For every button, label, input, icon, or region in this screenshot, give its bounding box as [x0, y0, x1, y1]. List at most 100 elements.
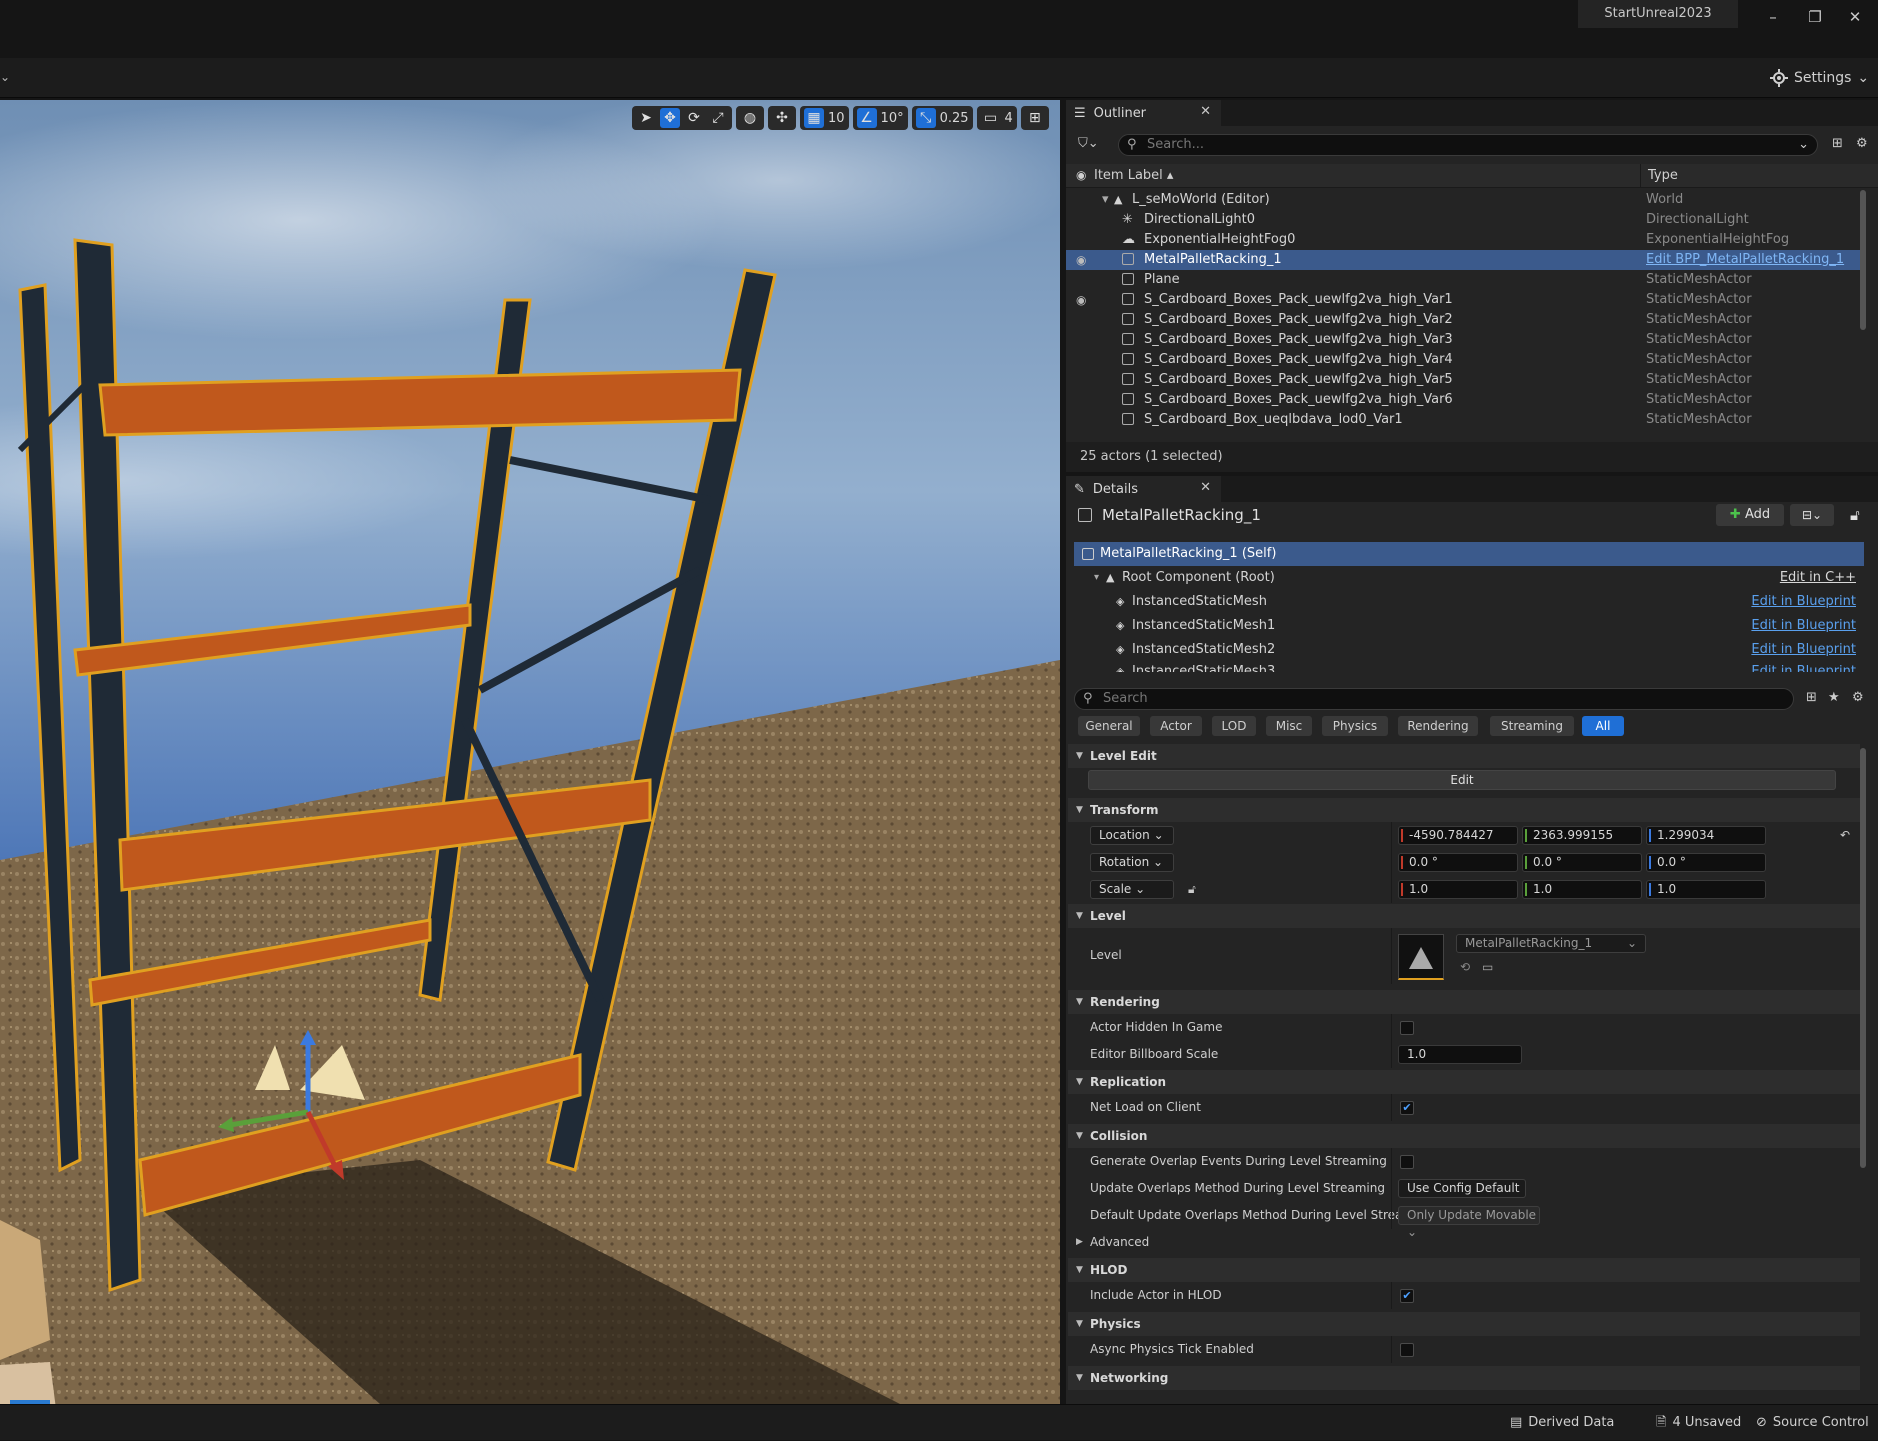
- close-icon[interactable]: ✕: [1200, 104, 1211, 119]
- scale-dropdown[interactable]: Scale ⌄: [1090, 880, 1174, 899]
- close-window-button[interactable]: ✕: [1838, 6, 1872, 28]
- section-collision[interactable]: ▼ Collision: [1068, 1124, 1860, 1148]
- scale-icon[interactable]: ⤢: [708, 108, 728, 128]
- actor-hidden-checkbox[interactable]: [1400, 1021, 1414, 1035]
- filter-misc[interactable]: Misc: [1266, 716, 1312, 736]
- filter-all[interactable]: All: [1582, 716, 1624, 736]
- world-local-toggle[interactable]: ◍: [736, 106, 764, 130]
- col-type[interactable]: Type: [1648, 168, 1678, 183]
- blueprint-options-button[interactable]: ⊟⌄: [1790, 504, 1834, 526]
- browse-icon[interactable]: ⟲: [1460, 954, 1470, 981]
- edit-in-blueprint-link[interactable]: Edit in Blueprint: [1751, 638, 1856, 662]
- outliner-scrollbar[interactable]: [1860, 190, 1866, 330]
- filter-actor[interactable]: Actor: [1150, 716, 1202, 736]
- move-icon[interactable]: ✥: [660, 108, 680, 128]
- rotation-dropdown[interactable]: Rotation ⌄: [1090, 853, 1174, 872]
- source-control-button[interactable]: ⊘ Source Control: [1756, 1405, 1869, 1441]
- list-item[interactable]: S_Cardboard_Boxes_Pack_uewlfg2va_high_Va…: [1066, 390, 1862, 410]
- restore-button[interactable]: ❐: [1798, 6, 1832, 28]
- component-row[interactable]: ◈ InstancedStaticMesh1 Edit in Blueprint: [1074, 614, 1864, 638]
- location-dropdown[interactable]: Location ⌄: [1090, 826, 1174, 845]
- layout-button[interactable]: ⊞: [1020, 106, 1049, 130]
- include-hlod-checkbox[interactable]: ✔: [1400, 1289, 1414, 1303]
- filter-general[interactable]: General: [1078, 716, 1140, 736]
- component-row[interactable]: ◈ InstancedStaticMesh2 Edit in Blueprint: [1074, 638, 1864, 662]
- minimize-button[interactable]: –: [1756, 6, 1790, 28]
- list-item[interactable]: S_Cardboard_Box_ueqlbdava_lod0_Var1 Stat…: [1066, 410, 1862, 430]
- location-x-field[interactable]: -4590.784427: [1398, 826, 1518, 845]
- scale-x-field[interactable]: 1.0: [1398, 880, 1518, 899]
- rotation-x-field[interactable]: 0.0 °: [1398, 853, 1518, 872]
- list-item[interactable]: ▾ ▲ L_seMoWorld (Editor) World: [1066, 190, 1862, 210]
- billboard-scale-field[interactable]: 1.0: [1398, 1045, 1522, 1064]
- update-overlap-dropdown[interactable]: Use Config Default ⌄: [1398, 1179, 1526, 1212]
- component-self[interactable]: MetalPalletRacking_1 (Self): [1074, 542, 1864, 566]
- list-item[interactable]: S_Cardboard_Boxes_Pack_uewlfg2va_high_Va…: [1066, 310, 1862, 330]
- section-hlod[interactable]: ▼ HLOD: [1068, 1258, 1860, 1282]
- list-item[interactable]: ✳ DirectionalLight0 DirectionalLight: [1066, 210, 1862, 230]
- section-networking[interactable]: ▼ Networking: [1068, 1366, 1860, 1390]
- rotation-y-field[interactable]: 0.0 °: [1522, 853, 1642, 872]
- add-component-button[interactable]: ✚ Add: [1716, 504, 1784, 526]
- filter-streaming[interactable]: Streaming: [1490, 716, 1574, 736]
- close-icon[interactable]: ✕: [1200, 480, 1211, 495]
- rotation-z-field[interactable]: 0.0 °: [1646, 853, 1766, 872]
- list-item-selected[interactable]: ◉ MetalPalletRacking_1 Edit BPP_MetalPal…: [1066, 250, 1862, 270]
- filter-lod[interactable]: LOD: [1212, 716, 1256, 736]
- list-item[interactable]: ◉ S_Cardboard_Boxes_Pack_uewlfg2va_high_…: [1066, 290, 1862, 310]
- rotation-snap-control[interactable]: ∠ 10°: [852, 106, 908, 130]
- outliner-search-input[interactable]: ⚲ Search... ⌄: [1118, 134, 1818, 156]
- component-row[interactable]: ◈ InstancedStaticMesh3 Edit in Blueprint: [1074, 660, 1864, 672]
- edit-in-blueprint-link[interactable]: Edit in Blueprint: [1751, 590, 1856, 614]
- list-item[interactable]: S_Cardboard_Boxes_Pack_uewlfg2va_high_Va…: [1066, 330, 1862, 350]
- star-icon[interactable]: ★: [1828, 690, 1840, 705]
- scale-z-field[interactable]: 1.0: [1646, 880, 1766, 899]
- grid-snap-control[interactable]: ▦ 10: [800, 106, 849, 130]
- location-y-field[interactable]: 2363.999155: [1522, 826, 1642, 845]
- section-replication[interactable]: ▼ Replication: [1068, 1070, 1860, 1094]
- rotate-icon[interactable]: ⟳: [684, 108, 704, 128]
- section-physics[interactable]: ▼ Physics: [1068, 1312, 1860, 1336]
- lock-icon[interactable]: 🔓︎: [1850, 506, 1860, 524]
- surface-snap-toggle[interactable]: ✣: [768, 106, 796, 130]
- section-level-edit[interactable]: ▼ Level Edit: [1068, 744, 1860, 768]
- camera-speed-control[interactable]: ▭ 4: [976, 106, 1017, 130]
- reset-icon[interactable]: ↶: [1840, 822, 1850, 849]
- section-rendering[interactable]: ▼ Rendering: [1068, 990, 1860, 1014]
- section-level[interactable]: ▼ Level: [1068, 904, 1860, 928]
- chevron-down-icon[interactable]: ⌄: [0, 70, 10, 84]
- col-item-label[interactable]: Item Label ▴: [1094, 168, 1173, 183]
- filter-icon[interactable]: ⛉⌄: [1078, 136, 1099, 151]
- visibility-icon[interactable]: ◉: [1076, 250, 1086, 270]
- settings-button[interactable]: Settings ⌄: [1770, 66, 1869, 90]
- add-folder-icon[interactable]: ⊞: [1832, 136, 1843, 151]
- select-icon[interactable]: ➤: [636, 108, 656, 128]
- details-scrollbar[interactable]: [1860, 748, 1866, 1168]
- derived-data-button[interactable]: ▤ Derived Data: [1510, 1405, 1614, 1441]
- list-item[interactable]: Plane StaticMeshActor: [1066, 270, 1862, 290]
- gear-icon[interactable]: ⚙: [1852, 690, 1864, 705]
- details-search-input[interactable]: ⚲ Search: [1074, 688, 1794, 710]
- scale-y-field[interactable]: 1.0: [1522, 880, 1642, 899]
- level-thumbnail[interactable]: [1398, 934, 1444, 980]
- edit-blueprint-link[interactable]: Edit BPP_MetalPalletRacking_1: [1646, 250, 1844, 270]
- net-load-checkbox[interactable]: ✔: [1400, 1101, 1414, 1115]
- level-edit-button[interactable]: Edit: [1088, 770, 1836, 790]
- folder-icon[interactable]: ▭: [1482, 954, 1493, 981]
- list-item[interactable]: S_Cardboard_Boxes_Pack_uewlfg2va_high_Va…: [1066, 350, 1862, 370]
- gear-icon[interactable]: ⚙: [1856, 136, 1868, 151]
- level-asset-dropdown[interactable]: MetalPalletRacking_1 ⌄: [1456, 934, 1646, 953]
- async-physics-checkbox[interactable]: [1400, 1343, 1414, 1357]
- table-view-icon[interactable]: ⊞: [1806, 690, 1817, 705]
- advanced-row[interactable]: ▶ Advanced: [1068, 1229, 1860, 1256]
- filter-rendering[interactable]: Rendering: [1398, 716, 1478, 736]
- edit-in-blueprint-link[interactable]: Edit in Blueprint: [1751, 660, 1856, 672]
- scale-snap-control[interactable]: ⤡ 0.25: [911, 106, 973, 130]
- component-row[interactable]: ◈ InstancedStaticMesh Edit in Blueprint: [1074, 590, 1864, 614]
- edit-in-blueprint-link[interactable]: Edit in Blueprint: [1751, 614, 1856, 638]
- list-item[interactable]: ☁ ExponentialHeightFog0 ExponentialHeigh…: [1066, 230, 1862, 250]
- component-root[interactable]: ▾ ▲ Root Component (Root) Edit in C++: [1074, 566, 1864, 590]
- visibility-icon[interactable]: ◉: [1076, 290, 1086, 310]
- location-z-field[interactable]: 1.299034: [1646, 826, 1766, 845]
- lock-icon[interactable]: 🔓︎: [1188, 876, 1196, 903]
